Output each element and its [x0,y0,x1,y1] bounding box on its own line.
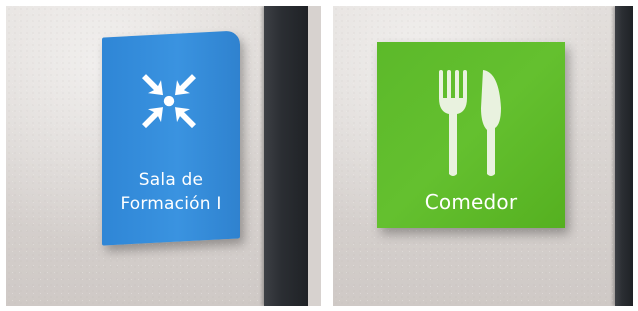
photo-right: Comedor [333,6,633,306]
training-room-sign: Sala de Formación I [102,30,240,246]
sign-label-line2: Formación I [120,194,222,214]
sign-label: Sala de Formación I [102,168,240,216]
sign-label: Comedor [424,190,518,214]
wall-edge [308,6,321,306]
fork-knife-icon [439,70,501,176]
dining-room-sign: Comedor [377,42,565,228]
assembly-point-icon [142,74,196,129]
door-frame [615,6,633,306]
door-frame [264,6,308,306]
sign-label-line1: Sala de [138,170,204,190]
photo-left: Sala de Formación I [6,6,321,306]
